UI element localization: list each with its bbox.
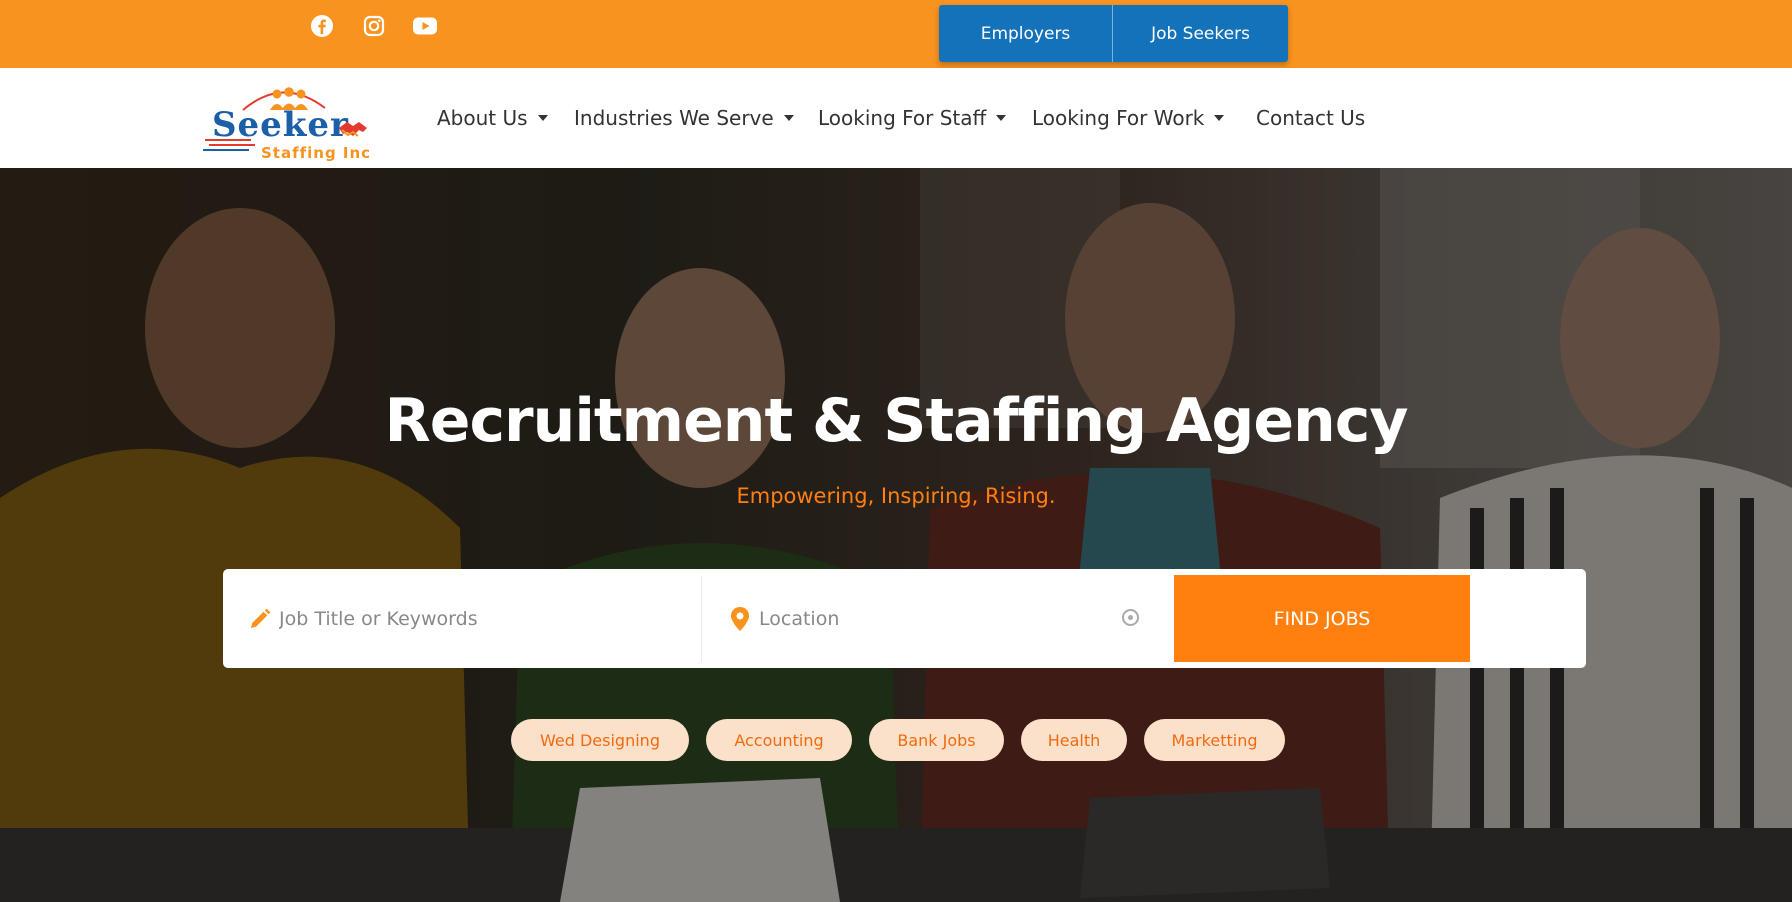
chevron-down-icon [1214, 115, 1225, 121]
hero-subtitle: Empowering, Inspiring, Rising. [736, 484, 1056, 508]
nav-label: Looking For Staff [818, 106, 987, 130]
main-nav: Seeker Staffing Inc About Us Industries … [0, 68, 1792, 168]
keywords-field [223, 575, 702, 662]
nav-label: Contact Us [1256, 106, 1366, 130]
nav-looking-for-work[interactable]: Looking For Work [1032, 98, 1225, 138]
audience-switch: Employers Job Seekers [939, 5, 1288, 62]
tag-wed-designing[interactable]: Wed Designing [511, 719, 689, 761]
pencil-icon [247, 606, 273, 632]
hero-overlay [0, 168, 1792, 902]
tag-health[interactable]: Health [1021, 719, 1127, 761]
hero-title: Recruitment & Staffing Agency [384, 386, 1409, 456]
job-seekers-button[interactable]: Job Seekers [1113, 5, 1288, 62]
popular-tags: Wed Designing Accounting Bank Jobs Healt… [0, 719, 1792, 761]
chevron-down-icon [537, 115, 548, 121]
nav-contact-us[interactable]: Contact Us [1256, 98, 1365, 138]
tag-marketting[interactable]: Marketting [1144, 719, 1285, 761]
find-jobs-button[interactable]: FIND JOBS [1174, 575, 1470, 662]
chevron-down-icon [783, 115, 794, 121]
nav-looking-for-staff[interactable]: Looking For Staff [818, 98, 1007, 138]
instagram-icon[interactable] [360, 13, 388, 39]
youtube-icon[interactable] [411, 13, 439, 39]
location-field [703, 575, 1163, 662]
location-input[interactable] [759, 607, 1099, 630]
top-bar: Employers Job Seekers [0, 0, 1792, 68]
locate-me-icon[interactable] [1122, 609, 1139, 626]
chevron-down-icon [996, 115, 1007, 121]
nav-industries-we-serve[interactable]: Industries We Serve [574, 98, 794, 138]
site-logo[interactable]: Seeker Staffing Inc [203, 80, 373, 162]
nav-about-us[interactable]: About Us [437, 98, 548, 138]
svg-text:Staffing Inc: Staffing Inc [261, 144, 371, 162]
job-search-form: FIND JOBS [223, 569, 1586, 668]
facebook-icon[interactable] [308, 13, 336, 39]
employers-button[interactable]: Employers [939, 5, 1113, 62]
nav-label: About Us [437, 106, 528, 130]
hero-section: Recruitment & Staffing Agency Empowering… [0, 168, 1792, 902]
nav-label: Industries We Serve [574, 106, 774, 130]
tag-accounting[interactable]: Accounting [706, 719, 852, 761]
tag-bank-jobs[interactable]: Bank Jobs [869, 719, 1004, 761]
keywords-input[interactable] [279, 607, 619, 630]
map-pin-icon [727, 606, 753, 632]
nav-label: Looking For Work [1032, 106, 1205, 130]
